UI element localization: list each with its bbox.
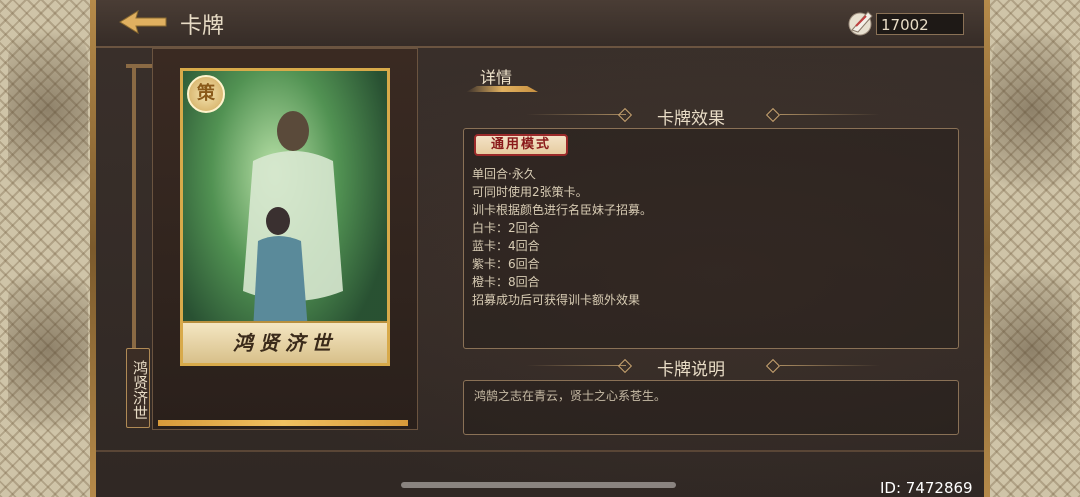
card-type-badge: 策	[187, 75, 225, 113]
dragon-motif	[992, 20, 1072, 220]
effect-line: 单回合·永久	[472, 167, 536, 181]
effect-line: 训卡根据颜色进行名臣妹子招募。	[472, 203, 653, 217]
card-progress-bar	[158, 420, 408, 426]
effect-line: 白卡：2回合	[472, 221, 540, 235]
description-panel: 鸿鹄之志在青云，贤士之心系苍生。	[463, 380, 959, 435]
effect-section-title: 卡牌效果	[657, 109, 725, 129]
description-text: 鸿鹄之志在青云，贤士之心系苍生。	[474, 389, 667, 403]
page-title: 卡牌	[180, 14, 225, 39]
separator-line	[780, 365, 880, 366]
effect-line: 招募成功后可获得训卡额外效果	[472, 293, 641, 307]
top-bar: 卡牌 17002	[96, 0, 984, 48]
right-border	[984, 0, 990, 497]
tab-details[interactable]: 详情	[466, 60, 538, 92]
card-name: 鸿贤济世	[183, 321, 387, 363]
dragon-motif	[8, 260, 88, 460]
tab-details-label: 详情	[480, 68, 513, 87]
card-image[interactable]: 策 鸿贤济世	[180, 68, 390, 366]
tab-active-indicator	[466, 86, 538, 92]
right-dragon-panel	[984, 0, 1080, 497]
back-button[interactable]	[118, 8, 168, 36]
effect-line: 紫卡：6回合	[472, 257, 540, 271]
effect-line: 蓝卡：4回合	[472, 239, 540, 253]
main-panel: 卡牌 17002 策 鸿贤济世 鸿贤济世 详情 卡牌效果 通用模式 单回合·永久…	[96, 0, 984, 497]
left-dragon-panel	[0, 0, 96, 497]
back-arrow-icon	[119, 9, 167, 35]
separator-line	[526, 114, 626, 115]
feather-currency-icon	[848, 11, 873, 36]
separator-line	[780, 114, 880, 115]
currency-value: 17002	[876, 13, 964, 35]
effect-line: 橙卡：8回合	[472, 275, 540, 289]
card-area: 策 鸿贤济世 鸿贤济世	[126, 48, 418, 438]
effect-panel: 通用模式 单回合·永久 可同时使用2张策卡。 训卡根据颜色进行名臣妹子招募。 白…	[463, 128, 959, 349]
frame-post	[126, 64, 154, 68]
effect-text: 单回合·永久 可同时使用2张策卡。 训卡根据颜色进行名臣妹子招募。 白卡：2回合…	[472, 165, 652, 309]
dragon-motif	[992, 260, 1072, 460]
mode-badge: 通用模式	[474, 134, 568, 156]
home-indicator[interactable]	[401, 482, 676, 488]
currency-display: 17002	[846, 6, 966, 38]
dragon-motif	[8, 20, 88, 220]
separator-line	[526, 365, 626, 366]
player-id: ID: 7472869	[880, 479, 973, 497]
effect-line: 可同时使用2张策卡。	[472, 185, 588, 199]
card-vertical-label[interactable]: 鸿贤济世	[126, 348, 150, 428]
description-section-title: 卡牌说明	[657, 360, 725, 380]
bottom-divider	[96, 450, 984, 452]
separator-ornament	[765, 107, 781, 123]
separator-ornament	[765, 358, 781, 374]
character-figure	[243, 111, 343, 331]
